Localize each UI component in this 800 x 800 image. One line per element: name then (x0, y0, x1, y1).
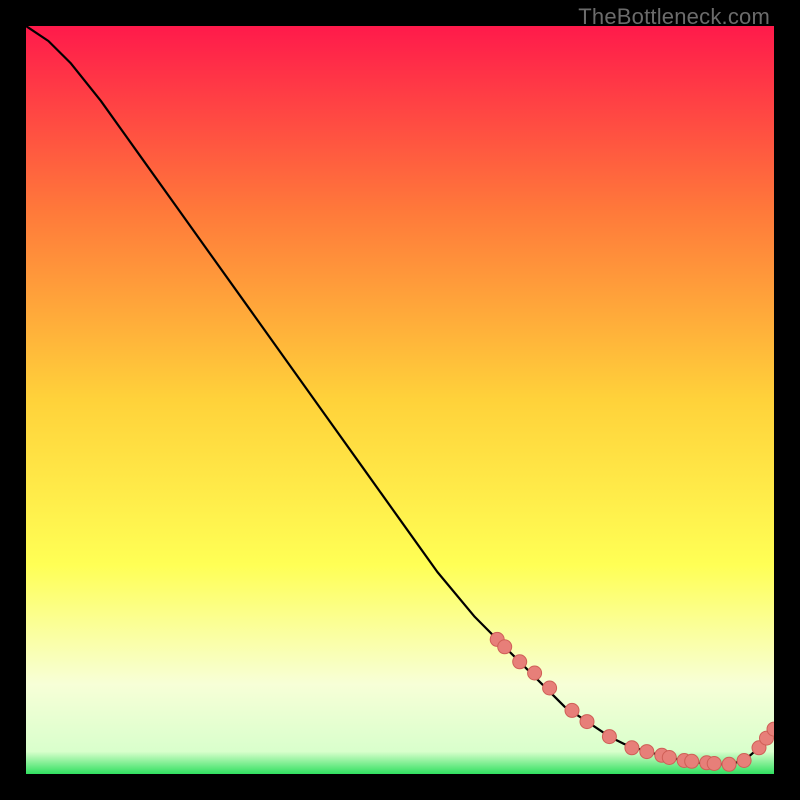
watermark-text: TheBottleneck.com (578, 4, 770, 30)
marker-point (498, 640, 512, 654)
chart-frame (26, 26, 774, 774)
marker-point (580, 715, 594, 729)
marker-point (662, 751, 676, 765)
marker-point (528, 666, 542, 680)
chart-svg (26, 26, 774, 774)
marker-point (685, 754, 699, 768)
marker-point (640, 745, 654, 759)
marker-point (737, 754, 751, 768)
marker-point (722, 757, 736, 771)
marker-point (543, 681, 557, 695)
marker-point (565, 703, 579, 717)
marker-point (625, 741, 639, 755)
marker-point (707, 757, 721, 771)
gradient-background (26, 26, 774, 774)
marker-point (513, 655, 527, 669)
marker-point (602, 730, 616, 744)
